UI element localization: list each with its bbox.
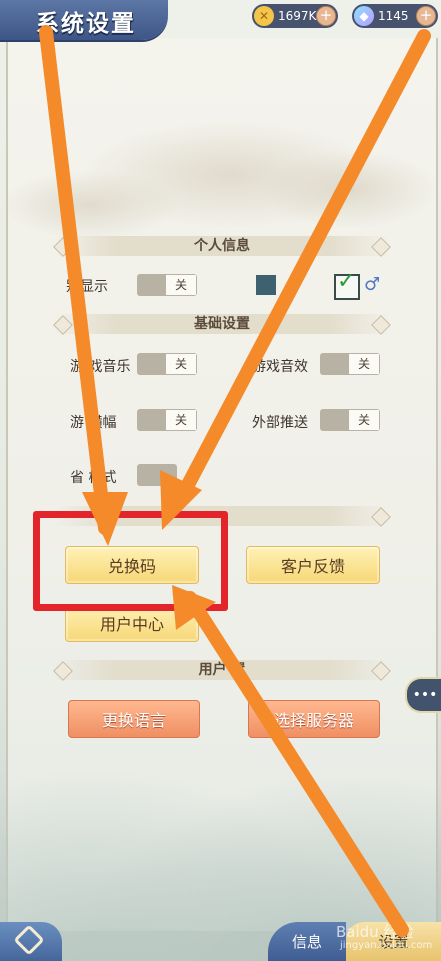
arrow-3 — [183, 591, 409, 937]
arrow-1-head — [82, 492, 128, 546]
arrow-1 — [39, 25, 112, 535]
arrow-overlay — [39, 25, 431, 937]
arrow-2 — [173, 29, 431, 507]
